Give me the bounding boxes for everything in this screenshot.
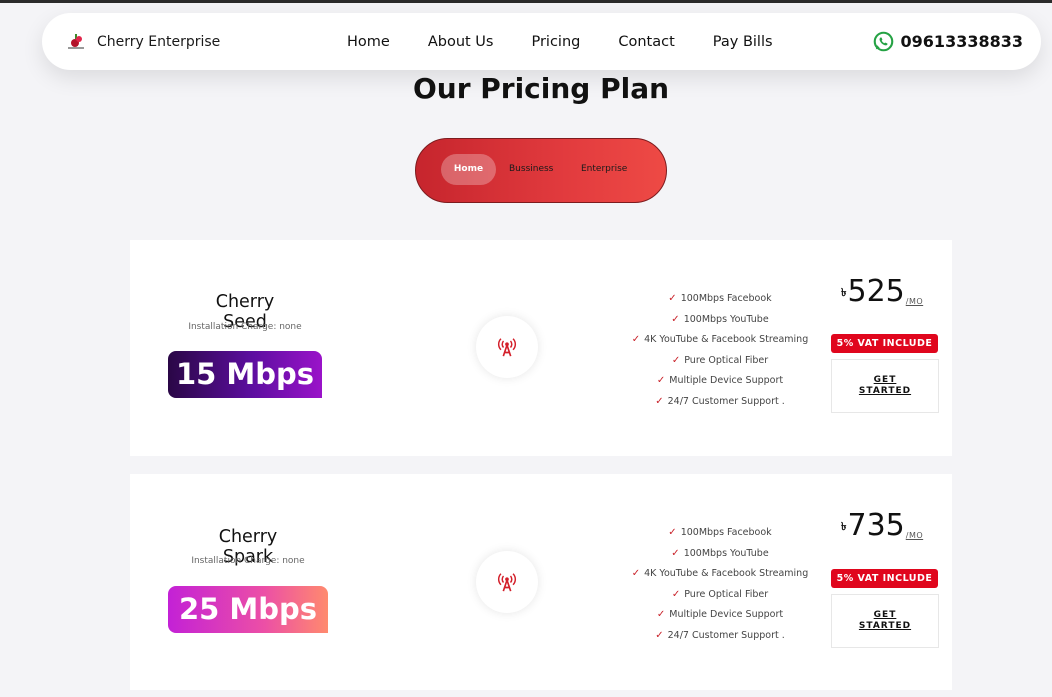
main-nav: Home About Us Pricing Contact Pay Bills	[347, 13, 811, 70]
check-icon: ✓	[668, 293, 677, 304]
signal-tower-icon	[497, 573, 517, 592]
top-edge	[0, 0, 1052, 3]
currency-symbol: ৳	[841, 520, 847, 533]
navbar: Cherry Enterprise Home About Us Pricing …	[42, 13, 1041, 70]
speed-badge: 15 Mbps	[168, 351, 322, 398]
cherry-logo-icon	[68, 33, 84, 50]
speed-badge: 25 Mbps	[168, 586, 328, 633]
plan-card: Cherry Spark Installation Charge: none 2…	[130, 474, 952, 690]
tab-home[interactable]: Home	[441, 154, 496, 185]
signal-tower-icon	[497, 338, 517, 357]
feature-item: ✓ Pure Optical Fiber	[671, 588, 769, 600]
price-period: /MO	[905, 297, 924, 306]
phone-number: 09613338833	[900, 32, 1023, 51]
phone-contact[interactable]: 09613338833	[873, 13, 1023, 70]
nav-link-about-us[interactable]: About Us	[428, 34, 494, 50]
brand[interactable]: Cherry Enterprise	[68, 13, 220, 70]
feature-list: ✓ 100Mbps Facebook ✓ 100Mbps YouTube ✓ 4K Y…	[600, 523, 840, 647]
installation-charge: Installation Charge: none	[188, 322, 302, 332]
check-icon: ✓	[656, 375, 666, 387]
get-started-button[interactable]: GET STARTED	[831, 594, 939, 648]
feature-item: ✓ 100Mbps Facebook	[668, 293, 772, 304]
check-icon: ✓	[655, 395, 664, 407]
nav-link-contact[interactable]: Contact	[618, 34, 674, 50]
check-icon: ✓	[631, 568, 641, 580]
tab-enterprise[interactable]: Enterprise	[581, 154, 627, 185]
check-icon: ✓	[668, 527, 677, 538]
nav-link-home[interactable]: Home	[347, 34, 390, 50]
feature-item: ✓ 100Mbps YouTube	[671, 313, 769, 325]
nav-link-pay-bills[interactable]: Pay Bills	[713, 34, 773, 50]
installation-charge: Installation Charge: none	[191, 556, 305, 566]
vat-badge: 5% VAT INCLUDE	[831, 334, 938, 353]
feature-list: ✓ 100Mbps Facebook ✓ 100Mbps YouTube ✓ 4K Y…	[600, 289, 840, 413]
brand-name: Cherry Enterprise	[97, 33, 221, 50]
check-icon: ✓	[631, 334, 641, 346]
check-icon: ✓	[671, 313, 680, 325]
check-icon: ✓	[671, 547, 680, 559]
whatsapp-icon	[873, 31, 893, 52]
feature-item: ✓ 4K YouTube & Facebook Streaming	[631, 334, 809, 346]
feature-item: ✓ 100Mbps Facebook	[668, 527, 772, 538]
check-icon: ✓	[655, 629, 664, 641]
check-icon: ✓	[671, 354, 681, 366]
currency-symbol: ৳	[841, 286, 847, 299]
plan-category-tabs: Home Bussiness Enterprise	[415, 138, 667, 203]
tab-business[interactable]: Bussiness	[509, 154, 553, 185]
feature-item: ✓ Pure Optical Fiber	[671, 354, 769, 366]
tower-icon-circle	[476, 551, 538, 613]
check-icon: ✓	[671, 588, 681, 600]
feature-item: ✓ 24/7 Customer Support .	[655, 629, 785, 641]
price-amount: 735	[847, 508, 905, 543]
check-icon: ✓	[656, 609, 666, 621]
nav-link-pricing[interactable]: Pricing	[531, 34, 580, 50]
feature-item: ✓ Multiple Device Support	[656, 375, 784, 387]
feature-item: ✓ Multiple Device Support	[656, 609, 784, 621]
price: ৳ 525 /MO	[841, 276, 939, 308]
price-amount: 525	[847, 274, 905, 309]
tower-icon-circle	[476, 316, 538, 378]
plan-card: Cherry Seed Installation Charge: none 15…	[130, 240, 952, 456]
price: ৳ 735 /MO	[841, 510, 939, 542]
feature-item: ✓ 4K YouTube & Facebook Streaming	[631, 568, 809, 580]
feature-item: ✓ 100Mbps YouTube	[671, 547, 769, 559]
page-title: Our Pricing Plan	[412, 72, 670, 105]
get-started-button[interactable]: GET STARTED	[831, 359, 939, 413]
vat-badge: 5% VAT INCLUDE	[831, 569, 938, 588]
price-period: /MO	[905, 531, 924, 540]
feature-item: ✓ 24/7 Customer Support .	[655, 395, 785, 407]
